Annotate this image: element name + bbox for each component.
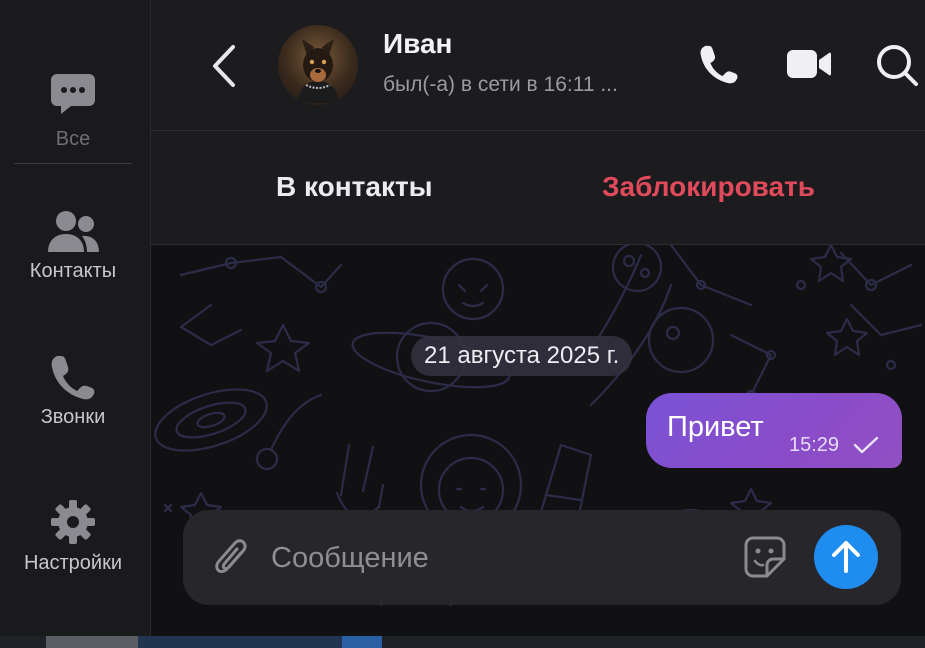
block-user-button[interactable]: Заблокировать	[602, 171, 815, 203]
chat-header: Иван был(-а) в сети в 16:11 ...	[151, 0, 925, 131]
sidebar: Все Контакты Звонки Настройки	[0, 0, 151, 636]
send-button[interactable]	[814, 525, 878, 589]
sidebar-item-label: Звонки	[40, 406, 106, 428]
phone-call-icon[interactable]	[700, 42, 738, 86]
phone-icon	[51, 356, 95, 400]
back-arrow-icon[interactable]	[209, 43, 239, 89]
taskbar-app-item[interactable]	[342, 636, 382, 648]
paperclip-icon[interactable]	[213, 535, 249, 581]
sidebar-item-all[interactable]: Все	[0, 70, 146, 151]
date-separator: 21 августа 2025 г.	[411, 336, 633, 376]
gear-icon	[51, 500, 95, 544]
contact-name: Иван	[383, 28, 453, 59]
last-seen-status: был(-а) в сети в 16:11 ...	[383, 73, 618, 96]
taskbar-app-item[interactable]	[138, 636, 342, 648]
message-input[interactable]	[269, 534, 733, 582]
sidebar-item-label: Все	[55, 128, 91, 150]
avatar[interactable]	[278, 25, 358, 105]
message-composer	[183, 510, 901, 605]
add-to-contacts-button[interactable]: В контакты	[276, 171, 433, 203]
dog-avatar-image	[298, 39, 338, 103]
sticker-icon[interactable]	[743, 535, 787, 579]
sent-check-icon	[853, 436, 879, 454]
outgoing-message[interactable]: Привет 15:29	[646, 393, 902, 468]
taskbar-app-item[interactable]	[46, 636, 138, 648]
arrow-up-icon	[832, 541, 860, 573]
sidebar-divider	[14, 163, 132, 164]
sidebar-item-label: Настройки	[23, 552, 123, 574]
sidebar-item-contacts[interactable]: Контакты	[0, 210, 146, 283]
message-text: Привет	[667, 411, 764, 443]
search-icon[interactable]	[874, 42, 920, 88]
message-time: 15:29	[789, 434, 840, 456]
contact-action-bar: В контакты Заблокировать	[151, 131, 925, 245]
sidebar-item-calls[interactable]: Звонки	[0, 354, 146, 429]
video-call-icon[interactable]	[785, 42, 833, 86]
sidebar-item-settings[interactable]: Настройки	[0, 498, 146, 575]
people-icon	[48, 211, 99, 252]
sidebar-item-label: Контакты	[29, 260, 117, 282]
chat-bubble-icon	[51, 74, 95, 114]
